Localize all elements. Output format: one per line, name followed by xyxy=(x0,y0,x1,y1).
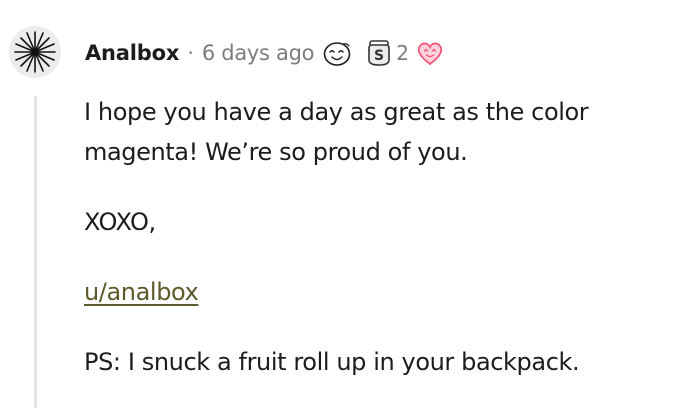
comment-user-link-paragraph: u/analbox xyxy=(84,272,696,312)
comment-meta: Analbox · 6 days ago S 2 xyxy=(85,36,445,70)
wholesome-face-award-icon xyxy=(323,42,351,66)
meta-separator: · xyxy=(187,41,194,65)
comment-paragraph: I hope you have a day as great as the co… xyxy=(84,98,589,166)
comment-timestamp[interactable]: 6 days ago xyxy=(202,41,315,65)
comment-signoff: XOXO, xyxy=(84,208,156,236)
award-silver-count: 2 xyxy=(396,41,409,65)
user-avatar[interactable] xyxy=(9,26,61,78)
award-heart[interactable] xyxy=(415,39,445,67)
starburst-avatar-icon xyxy=(14,31,56,73)
comment-body: I hope you have a day as great as the co… xyxy=(84,92,696,382)
thread-collapse-line[interactable] xyxy=(34,96,37,408)
comment: Analbox · 6 days ago S 2 I hope you have… xyxy=(0,0,700,408)
award-wholesome[interactable] xyxy=(322,39,352,67)
author-username[interactable]: Analbox xyxy=(85,41,179,65)
heart-eyes-award-icon xyxy=(417,42,443,66)
user-profile-link[interactable]: u/analbox xyxy=(84,278,199,306)
comment-postscript: PS: I snuck a fruit roll up in your back… xyxy=(84,348,580,376)
silver-s-award-icon: S xyxy=(368,40,391,66)
svg-text:S: S xyxy=(374,48,384,64)
award-silver[interactable]: S 2 xyxy=(366,38,409,68)
